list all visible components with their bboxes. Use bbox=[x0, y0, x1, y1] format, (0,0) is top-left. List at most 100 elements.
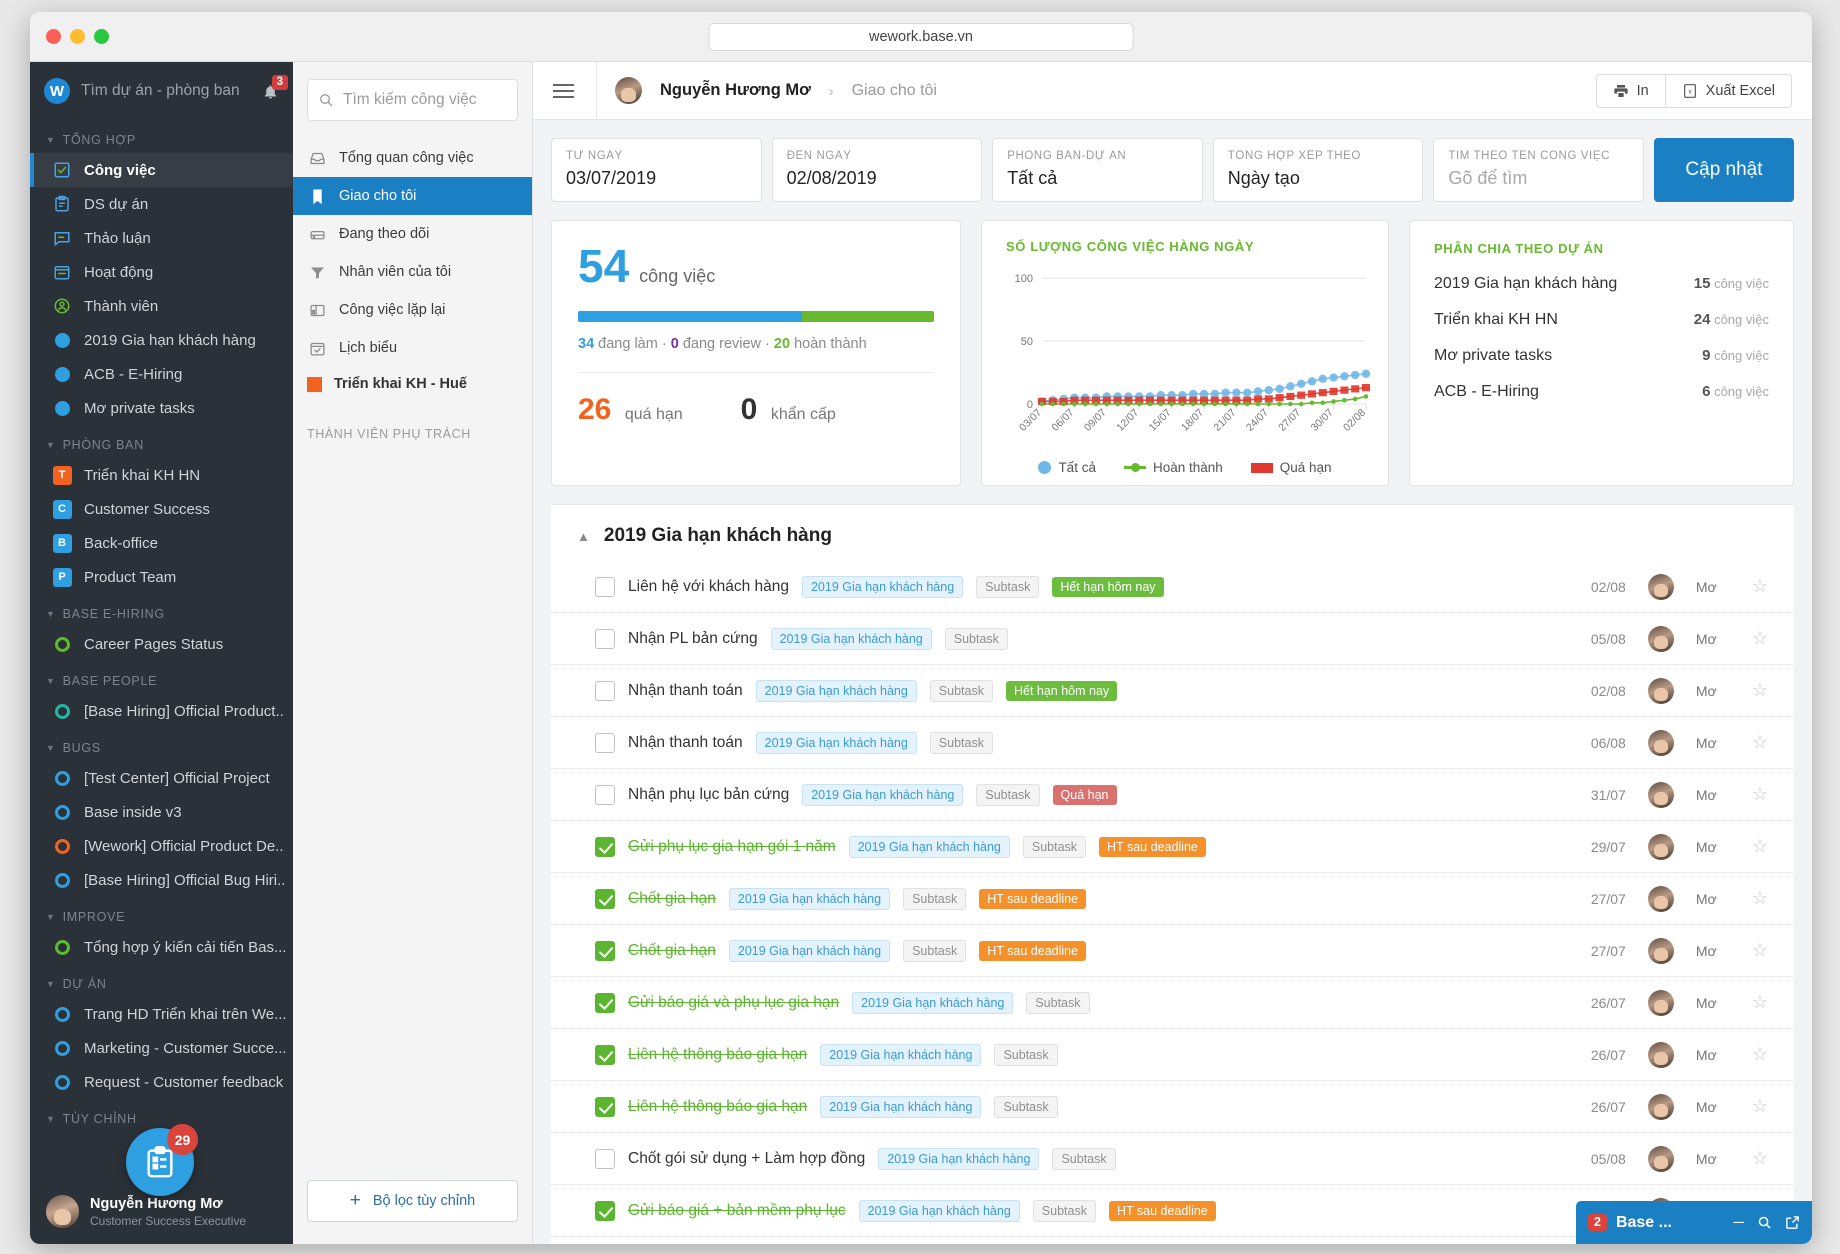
breadcrumb-user[interactable]: Nguyễn Hương Mơ bbox=[660, 81, 811, 100]
close-window-button[interactable] bbox=[46, 29, 61, 44]
filter-field-1[interactable]: ĐẾN NGÀY 02/08/2019 bbox=[772, 138, 983, 202]
task-name[interactable]: Liên hệ thông báo gia hạn bbox=[628, 1046, 807, 1064]
task-checkbox[interactable] bbox=[595, 1201, 615, 1221]
task-checkbox[interactable] bbox=[595, 941, 615, 961]
sidebar-group-header[interactable]: ▼BASE PEOPLE bbox=[30, 661, 293, 694]
sidebar-group-header[interactable]: ▼BUGS bbox=[30, 728, 293, 761]
task-project-tag[interactable]: 2019 Gia hạn khách hàng bbox=[859, 1200, 1020, 1222]
sidebar-group-header[interactable]: ▼IMPROVE bbox=[30, 897, 293, 930]
task-name[interactable]: Chốt gói sử dụng + Làm hợp đồng bbox=[628, 1150, 865, 1168]
project-breakdown-row[interactable]: Triển khai KH HN 24 công việc bbox=[1434, 302, 1769, 338]
star-icon[interactable]: ☆ bbox=[1752, 732, 1768, 753]
task-checkbox[interactable] bbox=[595, 837, 615, 857]
task-checkbox[interactable] bbox=[595, 889, 615, 909]
sidebar-item-0[interactable]: TTriển khai KH HN bbox=[30, 458, 293, 492]
sidebar-item-6[interactable]: ACB - E-Hiring bbox=[30, 357, 293, 391]
sidebar-item-0[interactable]: Công việc bbox=[30, 153, 293, 187]
sidebar-item-0[interactable]: [Test Center] Official Project bbox=[30, 761, 293, 795]
notification-bell-icon[interactable]: 3 bbox=[262, 83, 279, 100]
minimize-window-button[interactable] bbox=[70, 29, 85, 44]
minimize-icon[interactable]: ─ bbox=[1733, 1214, 1744, 1231]
project-breakdown-row[interactable]: Mơ private tasks 9 công việc bbox=[1434, 338, 1769, 374]
task-project-tag[interactable]: 2019 Gia hạn khách hàng bbox=[771, 628, 932, 650]
filter-field-2[interactable]: PHÒNG BAN-DỰ ÁN Tất cả bbox=[992, 138, 1203, 202]
sidebar-item-0[interactable]: Career Pages Status bbox=[30, 627, 293, 661]
quick-task-fab-button[interactable]: 29 bbox=[126, 1128, 194, 1196]
task-name[interactable]: Nhận thanh toán bbox=[628, 682, 743, 700]
task-project-tag[interactable]: 2019 Gia hạn khách hàng bbox=[729, 940, 890, 962]
panel-item-5[interactable]: Lịch biểu bbox=[293, 329, 532, 367]
table-row[interactable]: Nhận PL bản cứng 2019 Gia hạn khách hàng… bbox=[551, 613, 1794, 665]
sidebar-item-2[interactable]: BBack-office bbox=[30, 526, 293, 560]
table-row[interactable]: Chốt gia hạn 2019 Gia hạn khách hàng Sub… bbox=[551, 873, 1794, 925]
task-project-tag[interactable]: 2019 Gia hạn khách hàng bbox=[729, 888, 890, 910]
sidebar-item-1[interactable]: DS dự án bbox=[30, 187, 293, 221]
task-search-input[interactable]: Tìm kiếm công việc bbox=[307, 79, 518, 121]
print-button[interactable]: In bbox=[1596, 74, 1666, 108]
sidebar-group-header[interactable]: ▼PHÒNG BAN bbox=[30, 425, 293, 458]
task-project-tag[interactable]: 2019 Gia hạn khách hàng bbox=[878, 1148, 1039, 1170]
star-icon[interactable]: ☆ bbox=[1752, 784, 1768, 805]
task-project-tag[interactable]: 2019 Gia hạn khách hàng bbox=[852, 992, 1013, 1014]
panel-item-0[interactable]: Tổng quan công việc bbox=[293, 139, 532, 177]
star-icon[interactable]: ☆ bbox=[1752, 1044, 1768, 1065]
project-breakdown-row[interactable]: ACB - E-Hiring 6 công việc bbox=[1434, 374, 1769, 410]
table-row[interactable]: Chốt gia hạn 2019 Gia hạn khách hàng Sub… bbox=[551, 925, 1794, 977]
task-project-tag[interactable]: 2019 Gia hạn khách hàng bbox=[802, 784, 963, 806]
table-row[interactable]: Gửi phụ lục gia hạn gói 1 năm 2019 Gia h… bbox=[551, 821, 1794, 873]
export-excel-button[interactable]: x Xuất Excel bbox=[1666, 74, 1792, 108]
task-name[interactable]: Chốt gia hạn bbox=[628, 890, 716, 908]
table-row[interactable]: Chốt gói sử dụng + Làm hợp đồng 2019 Gia… bbox=[551, 1133, 1794, 1185]
star-icon[interactable]: ☆ bbox=[1752, 1096, 1768, 1117]
sidebar-item-0[interactable]: [Base Hiring] Official Product.. bbox=[30, 694, 293, 728]
panel-item-3[interactable]: Nhân viên của tôi bbox=[293, 253, 532, 291]
sidebar-item-3[interactable]: [Base Hiring] Official Bug Hiri.. bbox=[30, 863, 293, 897]
star-icon[interactable]: ☆ bbox=[1752, 940, 1768, 961]
task-name[interactable]: Liên hệ thông báo gia hạn bbox=[628, 1098, 807, 1116]
chat-actions[interactable]: ─ bbox=[1733, 1214, 1800, 1231]
sidebar-group-header[interactable]: ▼BASE E-HIRING bbox=[30, 594, 293, 627]
sidebar-item-2[interactable]: Thảo luận bbox=[30, 221, 293, 255]
panel-project-item[interactable]: Triển khai KH - Huế bbox=[293, 367, 532, 401]
task-name[interactable]: Gửi báo giá + bản mềm phụ lục bbox=[628, 1202, 846, 1220]
star-icon[interactable]: ☆ bbox=[1752, 576, 1768, 597]
sidebar-item-4[interactable]: Thành viên bbox=[30, 289, 293, 323]
filter-field-0[interactable]: TỪ NGÀY 03/07/2019 bbox=[551, 138, 762, 202]
task-name[interactable]: Nhận phụ lục bản cứng bbox=[628, 786, 789, 804]
filter-field-3[interactable]: TỔNG HỢP XẾP THEO Ngày tạo bbox=[1213, 138, 1424, 202]
task-checkbox[interactable] bbox=[595, 1149, 615, 1169]
task-checkbox[interactable] bbox=[595, 785, 615, 805]
menu-toggle-icon[interactable] bbox=[553, 84, 574, 98]
sidebar-item-2[interactable]: Request - Customer feedback bbox=[30, 1065, 293, 1099]
address-bar[interactable]: wework.base.vn bbox=[709, 23, 1134, 51]
sidebar-item-0[interactable]: Trang HD Triển khai trên We... bbox=[30, 997, 293, 1031]
task-project-tag[interactable]: 2019 Gia hạn khách hàng bbox=[756, 680, 917, 702]
task-project-tag[interactable]: 2019 Gia hạn khách hàng bbox=[820, 1096, 981, 1118]
task-name[interactable]: Chốt gia hạn bbox=[628, 942, 716, 960]
task-project-tag[interactable]: 2019 Gia hạn khách hàng bbox=[849, 836, 1010, 858]
task-checkbox[interactable] bbox=[595, 1097, 615, 1117]
table-row[interactable]: Nhận phụ lục bản cứng 2019 Gia hạn khách… bbox=[551, 769, 1794, 821]
window-controls[interactable] bbox=[46, 29, 109, 44]
star-icon[interactable]: ☆ bbox=[1752, 1148, 1768, 1169]
task-name[interactable]: Gửi phụ lục gia hạn gói 1 năm bbox=[628, 838, 836, 856]
sidebar-group-header[interactable]: ▼DỰ ÁN bbox=[30, 964, 293, 997]
table-row[interactable]: Liên hệ thông báo gia hạn 2019 Gia hạn k… bbox=[551, 1081, 1794, 1133]
sidebar-search-input[interactable]: Tìm dự án - phòng ban bbox=[81, 82, 240, 100]
task-checkbox[interactable] bbox=[595, 577, 615, 597]
task-checkbox[interactable] bbox=[595, 993, 615, 1013]
table-row[interactable]: Nhận thanh toán 2019 Gia hạn khách hàng … bbox=[551, 717, 1794, 769]
task-project-tag[interactable]: 2019 Gia hạn khách hàng bbox=[820, 1044, 981, 1066]
sidebar-item-0[interactable]: Tổng hợp ý kiến cải tiến Bas... bbox=[30, 930, 293, 964]
project-breakdown-row[interactable]: 2019 Gia hạn khách hàng 15 công việc bbox=[1434, 266, 1769, 302]
task-project-tag[interactable]: 2019 Gia hạn khách hàng bbox=[756, 732, 917, 754]
task-name[interactable]: Gửi báo giá và phụ lục gia hạn bbox=[628, 994, 839, 1012]
task-checkbox[interactable] bbox=[595, 629, 615, 649]
sidebar-group-header[interactable]: ▼TỔNG HỢP bbox=[30, 120, 293, 153]
sidebar-item-7[interactable]: Mơ private tasks bbox=[30, 391, 293, 425]
sidebar-item-1[interactable]: Marketing - Customer Succe... bbox=[30, 1031, 293, 1065]
chat-widget[interactable]: 2 Base ... ─ bbox=[1576, 1201, 1812, 1244]
table-row[interactable]: Nhận thanh toán 2019 Gia hạn khách hàng … bbox=[551, 665, 1794, 717]
maximize-window-button[interactable] bbox=[94, 29, 109, 44]
filter-field-4[interactable]: TÌM THEO TÊN CÔNG VIỆC Gõ để tìm bbox=[1433, 138, 1644, 202]
